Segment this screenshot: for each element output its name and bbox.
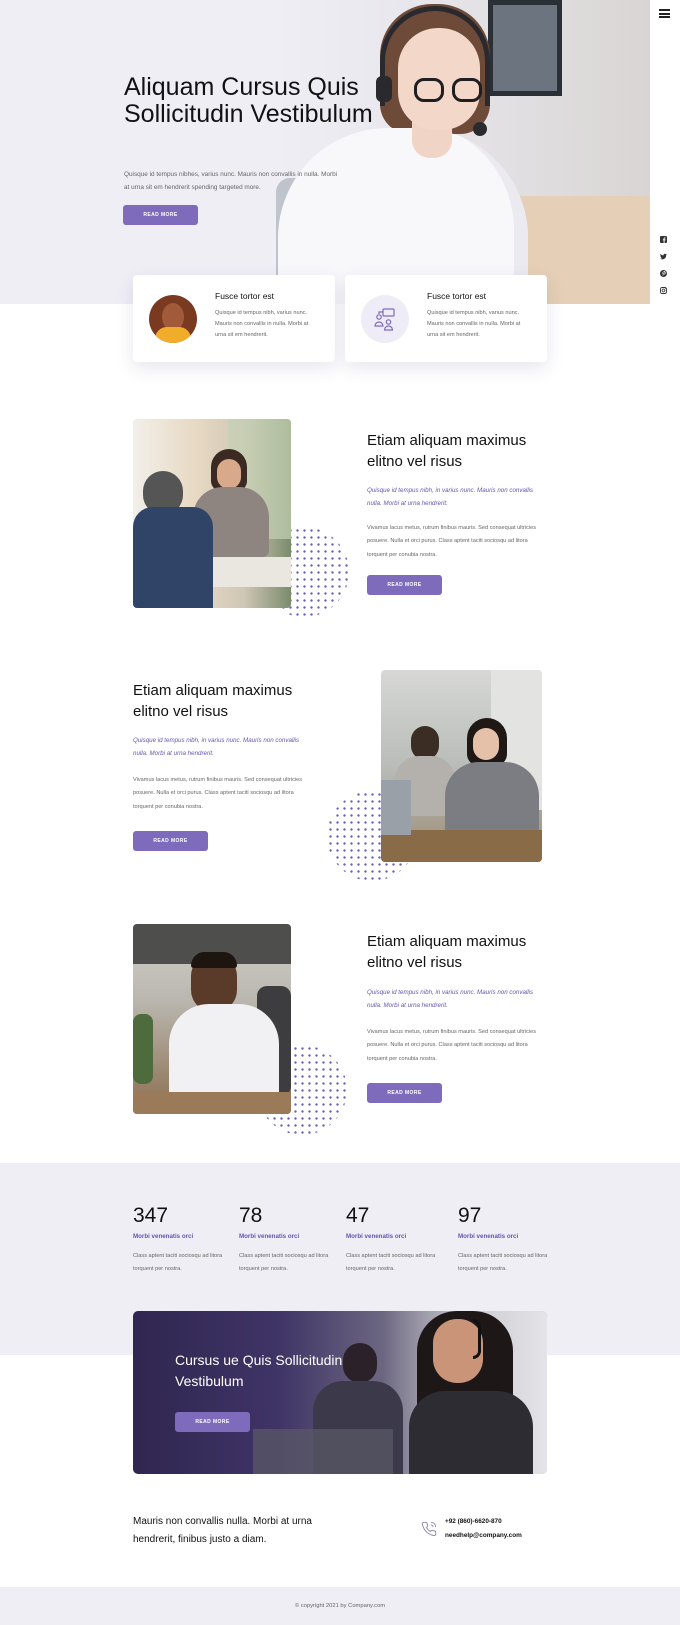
- section-read-more-button[interactable]: READ MORE: [367, 575, 442, 595]
- team-chat-icon: [361, 295, 409, 343]
- copyright-text: © copyright 2021 by Company.com: [294, 1603, 386, 1609]
- banner-read-more-button[interactable]: READ MORE: [175, 1412, 250, 1432]
- hamburger-menu-icon[interactable]: [659, 9, 670, 18]
- feature-card: Fusce tortor est Quisque id tempus nibh,…: [133, 275, 335, 362]
- stat-text: Class aptent taciti sociosqu ad litora t…: [133, 1253, 223, 1272]
- stat-number: 78: [239, 1204, 263, 1227]
- section-text: Vivamus lacus metus, rutrum finibus maur…: [367, 1029, 537, 1062]
- stat-number: 97: [458, 1204, 482, 1227]
- section-read-more-button[interactable]: READ MORE: [133, 831, 208, 851]
- stat-label: Morbi venenatis orci: [346, 1233, 407, 1240]
- call-center-photo: [381, 670, 542, 862]
- stat-label: Morbi venenatis orci: [458, 1233, 519, 1240]
- cta-banner: Cursus ue Quis Sollicitudin Vestibulum R…: [133, 1311, 547, 1474]
- email-address[interactable]: needhelp@company.com: [445, 1532, 522, 1539]
- hero-text: Quisque id tempus nibhes, varius nunc. M…: [124, 171, 338, 191]
- stat-label: Morbi venenatis orci: [239, 1233, 300, 1240]
- feature-card-text: Quisque id tempus nibh, varius nunc. Mau…: [427, 310, 521, 338]
- twitter-icon[interactable]: [660, 253, 667, 260]
- feature-card-text: Quisque id tempus nibh, varius nunc. Mau…: [215, 310, 309, 338]
- section-title: Etiam aliquam maximus elitno vel risus: [367, 933, 527, 971]
- section-subtitle: Quisque id tempus nibh, in varius nunc. …: [367, 989, 534, 1009]
- stat-number: 347: [133, 1204, 169, 1227]
- phone-icon: [421, 1521, 437, 1537]
- stat-text: Class aptent taciti sociosqu ad litora t…: [239, 1253, 329, 1272]
- contact-text: Mauris non convallis nulla. Morbi at urn…: [133, 1516, 312, 1545]
- footer: © copyright 2021 by Company.com: [0, 1587, 680, 1625]
- facebook-icon[interactable]: [660, 236, 667, 243]
- section-read-more-button[interactable]: READ MORE: [367, 1083, 442, 1103]
- office-team-photo: [133, 419, 291, 608]
- feature-card-title: Fusce tortor est: [215, 291, 275, 301]
- hero-read-more-button[interactable]: READ MORE: [123, 205, 198, 225]
- banner-title: Cursus ue Quis Sollicitudin Vestibulum: [175, 1352, 343, 1389]
- pinterest-icon[interactable]: [660, 270, 667, 277]
- wall-picture: [488, 0, 562, 96]
- stat-text: Class aptent taciti sociosqu ad litora t…: [346, 1253, 436, 1272]
- page: Aliquam Cursus Quis Sollicitudin Vestibu…: [0, 0, 680, 1625]
- feature-card: Fusce tortor est Quisque id tempus nibh,…: [345, 275, 547, 362]
- feature-card-title: Fusce tortor est: [427, 291, 487, 301]
- avatar: [149, 295, 197, 343]
- stat-number: 47: [346, 1204, 370, 1227]
- section-text: Vivamus lacus metus, rutrum finibus maur…: [133, 777, 303, 810]
- smiling-agent-photo: [133, 924, 291, 1114]
- section-text: Vivamus lacus metus, rutrum finibus maur…: [367, 525, 537, 558]
- section-title: Etiam aliquam maximus elitno vel risus: [133, 682, 293, 720]
- hero-title: Aliquam Cursus Quis Sollicitudin Vestibu…: [124, 73, 373, 128]
- section-title: Etiam aliquam maximus elitno vel risus: [367, 432, 527, 470]
- hero-section: Aliquam Cursus Quis Sollicitudin Vestibu…: [0, 0, 650, 304]
- headset-band: [380, 6, 490, 106]
- section-subtitle: Quisque id tempus nibh, in varius nunc. …: [133, 737, 300, 757]
- stat-text: Class aptent taciti sociosqu ad litora t…: [458, 1253, 548, 1272]
- instagram-icon[interactable]: [660, 287, 667, 294]
- headset-mic: [473, 122, 487, 136]
- section-subtitle: Quisque id tempus nibh, in varius nunc. …: [367, 487, 534, 507]
- phone-number[interactable]: +92 (860)-6620-870: [445, 1518, 502, 1525]
- stat-label: Morbi venenatis orci: [133, 1233, 194, 1240]
